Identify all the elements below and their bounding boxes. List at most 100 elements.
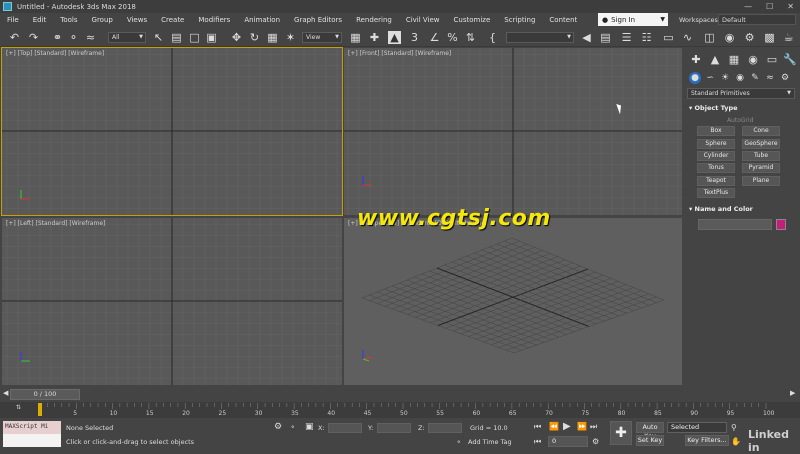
maximize-button[interactable]: ☐	[766, 2, 773, 11]
sphere-button[interactable]: Sphere	[697, 139, 735, 149]
maxscript-output[interactable]	[3, 434, 61, 447]
viewport-top[interactable]: [+] [Top] [Standard] [Wireframe]	[1, 47, 343, 216]
pyramid-button[interactable]: Pyramid	[742, 163, 780, 173]
menu-animation[interactable]: Animation	[237, 16, 287, 24]
primitive-type-dropdown[interactable]: Standard Primitives ▼	[687, 88, 795, 99]
bind-space-warp-icon[interactable]: ≈	[84, 31, 97, 44]
mirror-icon[interactable]: ◀	[580, 31, 593, 44]
align-icon[interactable]: ▤	[599, 31, 612, 44]
close-button[interactable]: ✕	[787, 2, 794, 11]
time-tag-icon[interactable]: ⚬	[456, 438, 461, 446]
space-warps-icon[interactable]: ≈	[764, 72, 776, 84]
previous-frame-icon[interactable]: ⏪	[549, 422, 559, 431]
pivot-center-icon[interactable]: ▦	[349, 31, 362, 44]
viewport-left[interactable]: [+] [Left] [Standard] [Wireframe]	[2, 218, 342, 385]
object-color-swatch[interactable]	[776, 219, 786, 230]
menu-modifiers[interactable]: Modifiers	[191, 16, 237, 24]
schematic-view-icon[interactable]: ◫	[703, 31, 716, 44]
current-frame-field[interactable]: 0	[548, 436, 588, 447]
unlink-icon[interactable]: ⚬	[67, 31, 80, 44]
name-and-color-rollout[interactable]: ▾ Name and Color	[689, 205, 753, 213]
viewport-label[interactable]: [+] [Top] [Standard] [Wireframe]	[6, 50, 104, 57]
menu-graph-editors[interactable]: Graph Editors	[287, 16, 349, 24]
cone-button[interactable]: Cone	[742, 126, 780, 136]
menu-create[interactable]: Create	[154, 16, 191, 24]
go-to-start-icon[interactable]: ⏮	[534, 422, 541, 432]
menu-tools[interactable]: Tools	[53, 16, 84, 24]
scale-icon[interactable]: ▦	[266, 31, 279, 44]
create-tab-icon[interactable]: ✚	[689, 53, 703, 67]
select-manipulate-icon[interactable]: ✚	[368, 31, 381, 44]
modify-tab-icon[interactable]: ▲	[708, 53, 722, 67]
geosphere-button[interactable]: GeoSphere	[742, 139, 780, 149]
x-coordinate-field[interactable]	[328, 423, 362, 433]
toggle-layer-explorer-icon[interactable]: ☷	[640, 31, 653, 44]
selection-filter-dropdown[interactable]: All ▼	[108, 32, 146, 43]
time-slider-next-icon[interactable]: ▶	[790, 389, 795, 397]
hierarchy-tab-icon[interactable]: ▦	[727, 53, 741, 67]
play-icon[interactable]: ▶	[563, 421, 571, 432]
move-icon[interactable]: ✥	[230, 31, 243, 44]
viewport-perspective[interactable]: [+] [Perspective] [Standard] [Default Sh…	[344, 218, 682, 385]
y-coordinate-field[interactable]	[377, 423, 411, 433]
geometry-icon[interactable]: ●	[689, 72, 701, 84]
time-slider-handle[interactable]: 0 / 100	[10, 389, 80, 400]
material-editor-icon[interactable]: ◉	[723, 31, 736, 44]
cameras-icon[interactable]: ◉	[734, 72, 746, 84]
next-frame-icon[interactable]: ⏩	[577, 422, 587, 431]
autogrid-checkbox[interactable]: AutoGrid	[727, 117, 754, 124]
shapes-icon[interactable]: ∽	[704, 72, 716, 84]
track-bar[interactable]: ⇅ 5 10 15 20 25 30 35 40 45 50 55 60 65 70 75 80 85 90 95 1…	[0, 402, 800, 418]
key-set-dropdown[interactable]: Selected	[667, 422, 727, 433]
curve-editor-icon[interactable]: ∿	[681, 31, 694, 44]
menu-customize[interactable]: Customize	[447, 16, 498, 24]
absolute-mode-icon[interactable]: ▣	[305, 422, 314, 432]
undo-icon[interactable]: ↶	[8, 31, 21, 44]
menu-scripting[interactable]: Scripting	[497, 16, 542, 24]
rendered-frame-window-icon[interactable]: ▩	[763, 31, 776, 44]
key-filters-button[interactable]: Key Filters...	[685, 435, 729, 446]
pan-icon[interactable]: ✋	[731, 437, 741, 446]
time-configuration-icon[interactable]: ⚙	[592, 437, 599, 446]
snaps-toggle-icon[interactable]: 3	[408, 31, 421, 44]
current-frame-marker[interactable]	[38, 403, 42, 416]
key-mode-toggle-icon[interactable]: ⏮	[534, 437, 541, 447]
reference-coordinate-dropdown[interactable]: View ▼	[302, 32, 342, 43]
z-coordinate-field[interactable]	[428, 423, 462, 433]
menu-views[interactable]: Views	[120, 16, 154, 24]
rectangular-selection-icon[interactable]: □	[188, 31, 201, 44]
systems-icon[interactable]: ⚙	[779, 72, 791, 84]
percent-snap-icon[interactable]: %	[446, 31, 459, 44]
render-production-icon[interactable]: ☕	[782, 31, 795, 44]
utilities-tab-icon[interactable]: 🔧	[783, 53, 797, 67]
cylinder-button[interactable]: Cylinder	[697, 151, 735, 161]
plane-button[interactable]: Plane	[742, 176, 780, 186]
spinner-snap-icon[interactable]: ⇅	[464, 31, 477, 44]
helpers-icon[interactable]: ✎	[749, 72, 761, 84]
rotate-icon[interactable]: ↻	[248, 31, 261, 44]
named-selection-sets-dropdown[interactable]: ▼	[506, 32, 574, 43]
viewport-label[interactable]: [+] [Left] [Standard] [Wireframe]	[6, 220, 105, 227]
menu-group[interactable]: Group	[85, 16, 120, 24]
render-setup-icon[interactable]: ⚙	[743, 31, 756, 44]
redo-icon[interactable]: ↷	[27, 31, 40, 44]
menu-civil-view[interactable]: Civil View	[399, 16, 447, 24]
textplus-button[interactable]: TextPlus	[697, 188, 735, 198]
toggle-scene-explorer-icon[interactable]: ☰	[620, 31, 633, 44]
set-keys-icon[interactable]: ✚	[610, 421, 632, 445]
viewport-label[interactable]: [+] [Front] [Standard] [Wireframe]	[348, 50, 451, 57]
selection-lock-icon[interactable]: ⚬	[290, 423, 295, 431]
viewport-front[interactable]: [+] [Front] [Standard] [Wireframe]	[344, 48, 682, 215]
torus-button[interactable]: Torus	[697, 163, 735, 173]
workspaces-select[interactable]: Default	[718, 14, 796, 25]
menu-content[interactable]: Content	[542, 16, 584, 24]
teapot-button[interactable]: Teapot	[697, 176, 735, 186]
angle-snap-icon[interactable]: ∠	[428, 31, 441, 44]
select-by-name-icon[interactable]: ▤	[170, 31, 183, 44]
box-button[interactable]: Box	[697, 126, 735, 136]
select-object-icon[interactable]: ↖	[152, 31, 165, 44]
object-type-rollout[interactable]: ▾ Object Type	[689, 104, 738, 112]
minimize-button[interactable]: —	[744, 2, 752, 11]
placement-icon[interactable]: ✶	[284, 31, 297, 44]
object-name-field[interactable]	[698, 219, 772, 230]
